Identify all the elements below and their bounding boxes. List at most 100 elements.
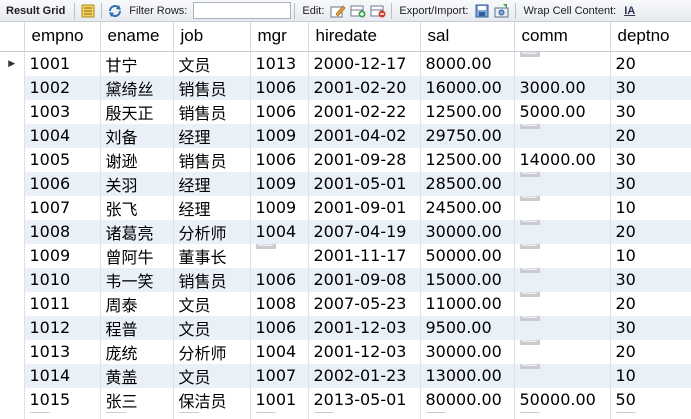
row-indicator[interactable] bbox=[0, 99, 25, 124]
cell-ename[interactable]: 刘备 bbox=[100, 123, 174, 148]
cell-mgr[interactable]: 1013 bbox=[250, 51, 309, 76]
cell-comm[interactable]: 3000.00 bbox=[514, 75, 611, 100]
cell-job[interactable]: 销售员 bbox=[173, 99, 251, 124]
wrap-cell-content-icon[interactable]: IA bbox=[624, 5, 635, 17]
cell-sal[interactable]: 29750.00 bbox=[420, 123, 515, 148]
column-header-comm[interactable]: comm bbox=[514, 22, 611, 52]
row-indicator[interactable] bbox=[0, 411, 25, 419]
cell-empno[interactable]: 1001 bbox=[24, 51, 101, 76]
cell-sal[interactable]: 24500.00 bbox=[420, 195, 515, 220]
cell-deptno[interactable]: 20 bbox=[610, 291, 691, 316]
cell-comm[interactable]: NULL bbox=[514, 315, 611, 340]
cell-job[interactable]: 文员 bbox=[173, 363, 251, 388]
cell-job[interactable]: 保洁员 bbox=[173, 387, 251, 412]
cell-mgr[interactable]: 1007 bbox=[250, 363, 309, 388]
cell-comm[interactable]: NULL bbox=[514, 51, 611, 76]
cell-comm[interactable]: NULL bbox=[514, 267, 611, 292]
cell-sal[interactable]: 11000.00 bbox=[420, 291, 515, 316]
table-row[interactable]: 1004 刘备 经理 1009 2001-04-02 29750.00 NULL 20 bbox=[0, 123, 691, 148]
cell-empno[interactable]: NULL bbox=[24, 411, 101, 419]
cell-comm[interactable]: NULL bbox=[514, 195, 611, 220]
cell-sal[interactable]: 9500.00 bbox=[420, 315, 515, 340]
cell-sal[interactable]: 15000.00 bbox=[420, 267, 515, 292]
cell-mgr[interactable]: 1006 bbox=[250, 99, 309, 124]
cell-mgr[interactable]: 1006 bbox=[250, 267, 309, 292]
cell-comm[interactable]: NULL bbox=[514, 291, 611, 316]
row-indicator[interactable] bbox=[0, 339, 25, 364]
cell-hiredate[interactable]: 2013-05-01 bbox=[308, 387, 421, 412]
cell-mgr[interactable]: 1008 bbox=[250, 291, 309, 316]
cell-mgr[interactable]: 1004 bbox=[250, 339, 309, 364]
row-indicator[interactable] bbox=[0, 147, 25, 172]
cell-empno[interactable]: 1008 bbox=[24, 219, 101, 244]
cell-hiredate[interactable]: 2001-04-02 bbox=[308, 123, 421, 148]
cell-hiredate[interactable]: 2002-01-23 bbox=[308, 363, 421, 388]
cell-deptno[interactable]: 30 bbox=[610, 267, 691, 292]
table-row[interactable]: 1010 韦一笑 销售员 1006 2001-09-08 15000.00 NULL 30 bbox=[0, 267, 691, 292]
table-row[interactable]: 1007 张飞 经理 1009 2001-09-01 24500.00 NULL 10 bbox=[0, 195, 691, 220]
cell-deptno[interactable]: 10 bbox=[610, 243, 691, 268]
table-row[interactable]: 1008 诸葛亮 分析师 1004 2007-04-19 30000.00 NULL 20 bbox=[0, 219, 691, 244]
cell-empno[interactable]: 1002 bbox=[24, 75, 101, 100]
row-indicator[interactable] bbox=[0, 243, 25, 268]
cell-sal[interactable]: 80000.00 bbox=[420, 387, 515, 412]
cell-deptno[interactable]: 30 bbox=[610, 99, 691, 124]
cell-job[interactable]: 文员 bbox=[173, 51, 251, 76]
cell-empno[interactable]: 1005 bbox=[24, 147, 101, 172]
table-row[interactable]: 1011 周泰 文员 1008 2007-05-23 11000.00 NULL 20 bbox=[0, 291, 691, 316]
cell-deptno[interactable]: 20 bbox=[610, 51, 691, 76]
cell-ename[interactable]: 甘宁 bbox=[100, 51, 174, 76]
edit-row-icon[interactable] bbox=[329, 2, 347, 20]
cell-empno[interactable]: 1009 bbox=[24, 243, 101, 268]
table-row[interactable]: ▶ 1001 甘宁 文员 1013 2000-12-17 8000.00 NULL 20 bbox=[0, 51, 691, 76]
cell-mgr[interactable]: 1006 bbox=[250, 147, 309, 172]
cell-job[interactable]: 董事长 bbox=[173, 243, 251, 268]
cell-ename[interactable]: 黄盖 bbox=[100, 363, 174, 388]
cell-ename[interactable]: 关羽 bbox=[100, 171, 174, 196]
row-indicator[interactable] bbox=[0, 123, 25, 148]
table-row[interactable]: 1006 关羽 经理 1009 2001-05-01 28500.00 NULL 30 bbox=[0, 171, 691, 196]
cell-hiredate[interactable]: 2007-04-19 bbox=[308, 219, 421, 244]
row-indicator[interactable] bbox=[0, 219, 25, 244]
table-row[interactable]: 1009 曾阿牛 董事长 NULL 2001-11-17 50000.00 NULL 10 bbox=[0, 243, 691, 268]
cell-sal[interactable]: 13000.00 bbox=[420, 363, 515, 388]
cell-empno[interactable]: 1011 bbox=[24, 291, 101, 316]
row-indicator[interactable] bbox=[0, 387, 25, 412]
cell-mgr[interactable]: 1006 bbox=[250, 75, 309, 100]
export-icon[interactable] bbox=[473, 2, 491, 20]
cell-comm[interactable]: NULL bbox=[514, 363, 611, 388]
cell-deptno[interactable]: 20 bbox=[610, 219, 691, 244]
cell-sal[interactable]: 12500.00 bbox=[420, 99, 515, 124]
import-icon[interactable] bbox=[493, 2, 511, 20]
cell-comm[interactable]: NULL bbox=[514, 171, 611, 196]
cell-deptno[interactable]: 30 bbox=[610, 147, 691, 172]
insert-row-icon[interactable] bbox=[349, 2, 367, 20]
table-row[interactable]: 1005 谢逊 销售员 1006 2001-09-28 12500.00 14000.00 3… bbox=[0, 147, 691, 172]
cell-comm[interactable]: 14000.00 bbox=[514, 147, 611, 172]
cell-mgr[interactable]: 1009 bbox=[250, 195, 309, 220]
cell-sal[interactable]: 50000.00 bbox=[420, 243, 515, 268]
cell-job[interactable]: 经理 bbox=[173, 171, 251, 196]
cell-hiredate[interactable]: 2001-12-03 bbox=[308, 339, 421, 364]
cell-comm[interactable]: 50000.00 bbox=[514, 387, 611, 412]
column-header-deptno[interactable]: deptno bbox=[610, 22, 691, 52]
row-indicator[interactable] bbox=[0, 291, 25, 316]
cell-hiredate[interactable]: 2001-05-01 bbox=[308, 171, 421, 196]
column-header-empno[interactable]: empno bbox=[24, 22, 101, 52]
delete-row-icon[interactable] bbox=[369, 2, 387, 20]
cell-deptno[interactable]: 20 bbox=[610, 123, 691, 148]
table-row[interactable]: 1014 黄盖 文员 1007 2002-01-23 13000.00 NULL 10 bbox=[0, 363, 691, 388]
cell-empno[interactable]: 1010 bbox=[24, 267, 101, 292]
cell-job[interactable]: 经理 bbox=[173, 195, 251, 220]
cell-ename[interactable]: 庞统 bbox=[100, 339, 174, 364]
cell-job[interactable]: 经理 bbox=[173, 123, 251, 148]
table-row[interactable]: 1002 黛绮丝 销售员 1006 2001-02-20 16000.00 3000.00 3… bbox=[0, 75, 691, 100]
cell-mgr[interactable]: 1009 bbox=[250, 123, 309, 148]
cell-mgr[interactable]: NULL bbox=[250, 243, 309, 268]
cell-deptno[interactable]: 20 bbox=[610, 339, 691, 364]
cell-empno[interactable]: 1012 bbox=[24, 315, 101, 340]
table-row[interactable]: 1012 程普 文员 1006 2001-12-03 9500.00 NULL 30 bbox=[0, 315, 691, 340]
column-header-hiredate[interactable]: hiredate bbox=[308, 22, 421, 52]
cell-mgr[interactable]: 1001 bbox=[250, 387, 309, 412]
cell-job[interactable]: NULL bbox=[173, 411, 251, 419]
